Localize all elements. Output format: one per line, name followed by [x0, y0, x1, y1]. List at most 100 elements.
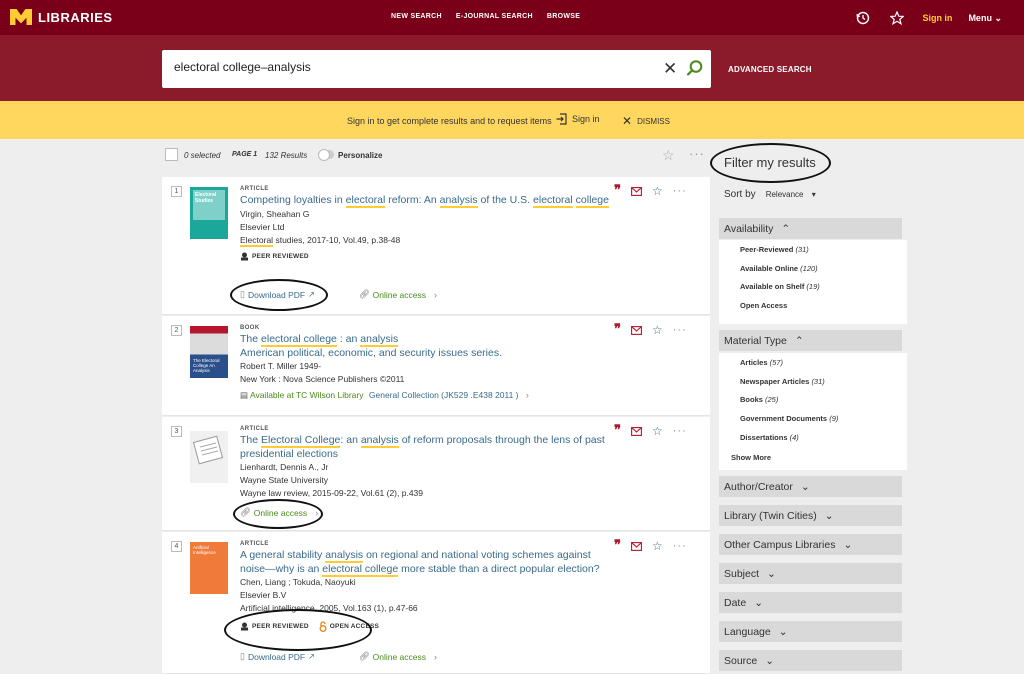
more-actions-icon[interactable]: ···	[673, 325, 687, 336]
select-all-checkbox[interactable]	[165, 148, 178, 161]
article-placeholder-icon[interactable]	[190, 431, 228, 483]
result-item-4[interactable]: 4 Artificial Intelligence ARTICLE A gene…	[162, 532, 710, 674]
chevron-right-icon: ›	[434, 651, 438, 662]
pin-star-icon[interactable]: ☆	[652, 184, 663, 198]
facet-title: Source	[724, 654, 758, 667]
result-publisher: Wayne State University	[240, 475, 329, 485]
online-access-link[interactable]: 🔗︎ Online access ›	[359, 651, 437, 662]
facet-library-header[interactable]: Library (Twin Cities) ⌄	[719, 505, 902, 526]
pin-star-icon[interactable]: ☆	[652, 539, 663, 553]
facet-item-dissertations[interactable]: Dissertations (4)	[740, 433, 907, 452]
more-options-icon[interactable]: ···	[689, 146, 705, 161]
history-icon[interactable]	[854, 9, 872, 27]
result-author: Virgin, Sheahan G	[240, 208, 310, 219]
nav-ejournal-search[interactable]: E-JOURNAL SEARCH	[456, 13, 533, 20]
banner-dismiss-button[interactable]: ✕ DISMISS	[622, 114, 670, 128]
result-thumbnail[interactable]: The Electoral College An Analysis	[190, 326, 228, 378]
facet-author-header[interactable]: Author/Creator ⌄	[719, 476, 902, 497]
availability-line[interactable]: ▤ Available at TC Wilson Library General…	[240, 389, 610, 402]
facet-item-open-access[interactable]: Open Access	[740, 301, 907, 320]
result-number[interactable]: 1	[171, 186, 182, 197]
facet-label: Dissertations	[740, 432, 788, 442]
facet-item-books[interactable]: Books (25)	[740, 395, 907, 414]
facet-count: (31)	[811, 376, 825, 386]
facet-campus-libraries-header[interactable]: Other Campus Libraries ⌄	[719, 534, 902, 555]
facet-title: Subject	[724, 567, 760, 580]
cite-quote-icon[interactable]: ❞	[614, 539, 621, 552]
facet-label: Available on Shelf	[740, 282, 805, 292]
facet-language-header[interactable]: Language ⌄	[719, 621, 902, 642]
result-item-2[interactable]: 2 The Electoral College An Analysis BOOK…	[162, 316, 710, 416]
title-text: The	[240, 434, 262, 446]
search-icon[interactable]	[686, 59, 704, 82]
cite-quote-icon[interactable]: ❞	[614, 323, 621, 336]
facet-source-header[interactable]: Source ⌄	[719, 650, 902, 671]
result-title[interactable]: The electoral college : an analysis	[240, 333, 610, 347]
libraries-logo[interactable]: LIBRARIES	[10, 9, 113, 25]
email-icon[interactable]	[631, 186, 642, 196]
facet-availability-header[interactable]: Availability ⌃	[719, 218, 902, 239]
result-number[interactable]: 2	[171, 325, 182, 336]
selected-count: 0 selected	[184, 151, 221, 160]
search-input[interactable]	[174, 60, 644, 74]
facet-item-government-documents[interactable]: Government Documents (9)	[740, 414, 907, 433]
banner-sign-in-button[interactable]: Sign in	[556, 113, 600, 125]
facet-subject-header[interactable]: Subject ⌄	[719, 563, 902, 584]
source-highlight: Electoral	[240, 234, 274, 247]
email-icon[interactable]	[631, 325, 642, 335]
sign-in-icon	[556, 113, 567, 125]
title-highlight: electoral college	[261, 333, 337, 347]
facet-label: Government Documents	[740, 414, 828, 424]
facet-title: Material Type	[724, 334, 787, 347]
menu-button[interactable]: Menu ⌄	[968, 13, 1002, 24]
cite-quote-icon[interactable]: ❞	[614, 424, 621, 437]
facet-material-type-header[interactable]: Material Type ⌃	[719, 330, 902, 351]
clear-search-icon[interactable]: ✕	[663, 60, 677, 77]
pin-star-icon[interactable]: ☆	[652, 424, 663, 438]
chevron-down-icon: ⌄	[767, 567, 776, 580]
email-icon[interactable]	[631, 426, 642, 436]
facet-label: Open Access	[740, 301, 788, 311]
nav-new-search[interactable]: NEW SEARCH	[391, 13, 442, 20]
pin-star-icon[interactable]: ☆	[652, 323, 663, 337]
result-number[interactable]: 4	[171, 541, 182, 552]
facet-item-newspaper-articles[interactable]: Newspaper Articles (31)	[740, 377, 907, 396]
result-thumbnail[interactable]: Artificial Intelligence	[190, 542, 228, 594]
download-pdf-link[interactable]: ▯ Download PDF ↗	[240, 651, 315, 662]
result-title[interactable]: The Electoral College: an analysis of re…	[240, 434, 610, 461]
more-actions-icon[interactable]: ···	[673, 186, 687, 197]
online-access-link[interactable]: 🔗︎ Online access ›	[359, 289, 437, 300]
result-number[interactable]: 3	[171, 426, 182, 437]
facet-item-peer-reviewed[interactable]: Peer-Reviewed (31)	[740, 245, 907, 264]
more-actions-icon[interactable]: ···	[673, 426, 687, 437]
results-count: 132 Results	[265, 151, 308, 160]
show-more-link[interactable]: Show More	[731, 453, 771, 462]
facet-item-articles[interactable]: Articles (57)	[740, 358, 907, 377]
personalize-toggle[interactable]	[318, 149, 334, 161]
results-list: 1 Electoral Studies ARTICLE Competing lo…	[162, 177, 710, 674]
facet-count: (4)	[789, 432, 799, 442]
sort-select[interactable]: Relevance ▾	[766, 190, 816, 199]
menu-label: Menu	[968, 12, 992, 23]
result-thumbnail[interactable]: Electoral Studies	[190, 187, 228, 239]
more-actions-icon[interactable]: ···	[673, 541, 687, 552]
cite-quote-icon[interactable]: ❞	[614, 184, 621, 197]
sign-in-link[interactable]: Sign in	[922, 13, 952, 23]
facet-label: Books	[740, 395, 763, 405]
result-title[interactable]: Competing loyalties in electoral reform:…	[240, 194, 610, 208]
facet-item-available-on-shelf[interactable]: Available on Shelf (19)	[740, 282, 907, 301]
result-type: BOOK	[240, 325, 260, 331]
favorites-star-icon[interactable]	[888, 9, 906, 27]
result-title[interactable]: A general stability analysis on regional…	[240, 549, 610, 577]
save-query-star-icon[interactable]: ☆	[662, 147, 675, 164]
facet-date-header[interactable]: Date ⌄	[719, 592, 902, 613]
nav-browse[interactable]: BROWSE	[547, 13, 580, 20]
advanced-search-link[interactable]: ADVANCED SEARCH	[728, 65, 812, 74]
email-icon[interactable]	[631, 541, 642, 551]
facet-title: Language	[724, 625, 771, 638]
chevron-down-icon: ⌄	[778, 625, 788, 638]
facet-item-available-online[interactable]: Available Online (120)	[740, 264, 907, 283]
title-text: of the U.S.	[477, 194, 534, 206]
result-actions: ❞ ☆ ···	[614, 424, 687, 438]
result-publisher: Elsevier B.V	[240, 590, 287, 600]
